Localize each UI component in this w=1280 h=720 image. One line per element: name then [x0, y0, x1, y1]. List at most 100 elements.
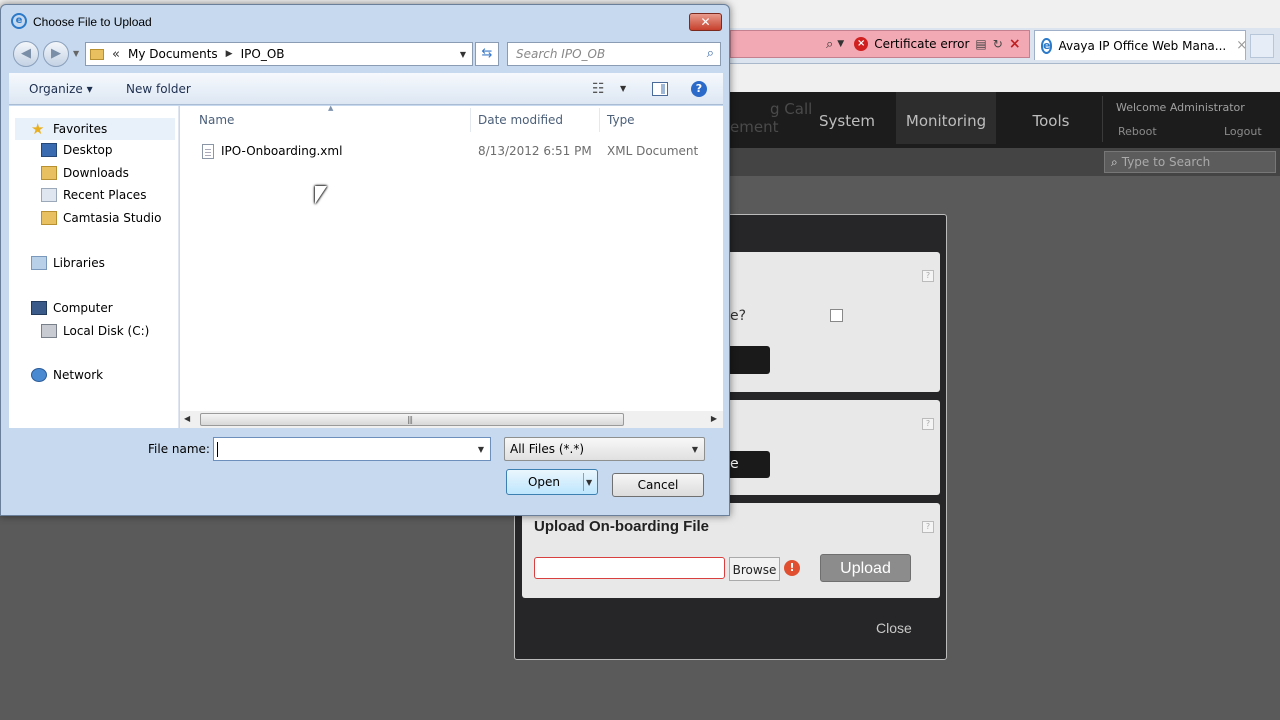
refresh-page-icon[interactable]: ↻: [993, 37, 1003, 51]
nav-item-monitoring[interactable]: Monitoring: [896, 92, 996, 144]
dialog-titlebar[interactable]: e Choose File to Upload ✕: [1, 5, 729, 37]
sidebar-item-libraries[interactable]: Libraries: [31, 256, 105, 270]
scrollbar-grip-icon: |||: [407, 415, 413, 424]
help-icon[interactable]: ?: [691, 81, 707, 97]
breadcrumb-separator-icon[interactable]: ▶: [226, 49, 233, 59]
recent-locations-chevron-down-icon[interactable]: ▼: [73, 49, 79, 58]
forward-icon[interactable]: ▶: [43, 41, 69, 67]
scroll-right-icon[interactable]: ▶: [711, 414, 717, 423]
upload-file-field[interactable]: [534, 557, 725, 579]
sidebar-item-label: Favorites: [53, 122, 108, 136]
column-header-name[interactable]: Name: [199, 113, 234, 127]
panel-checkbox[interactable]: [830, 309, 843, 322]
panel-action-button-2[interactable]: e: [730, 451, 770, 478]
file-date: 8/13/2012 6:51 PM: [478, 144, 592, 158]
folder-icon: [41, 211, 57, 225]
tab-close-icon[interactable]: ×: [1236, 38, 1247, 53]
sidebar-item-label: Desktop: [63, 143, 113, 157]
column-divider[interactable]: [470, 108, 471, 132]
horizontal-scrollbar[interactable]: ◀ ||| ▶: [180, 411, 723, 428]
browser-tab-avaya[interactable]: e Avaya IP Office Web Mana... ×: [1034, 30, 1247, 60]
file-name: IPO-Onboarding.xml: [221, 144, 343, 158]
panel-action-button-1[interactable]: [730, 346, 770, 374]
file-name-input[interactable]: ▼: [213, 437, 491, 461]
search-icon[interactable]: ⌕: [707, 46, 714, 61]
upload-section-title: Upload On-boarding File: [534, 518, 709, 535]
refresh-icon[interactable]: ⇆: [475, 42, 499, 66]
tab-title: Avaya IP Office Web Mana...: [1058, 38, 1227, 53]
views-icon[interactable]: ☷: [592, 81, 605, 97]
address-search-icon[interactable]: ⌕: [826, 37, 833, 52]
navigation-pane: ★ Favorites Desktop Downloads Recent Pla…: [9, 106, 179, 428]
logout-link[interactable]: Logout: [1224, 125, 1262, 138]
local-disk-icon: [41, 324, 57, 338]
open-button[interactable]: Open ▼: [506, 469, 598, 495]
certificate-error-text[interactable]: Certificate error: [874, 37, 969, 51]
stop-icon[interactable]: ×: [1009, 36, 1021, 52]
chevron-down-icon[interactable]: ▼: [837, 39, 844, 49]
folder-search-placeholder: Search IPO_OB: [516, 47, 606, 61]
app-search-input[interactable]: ⌕ Type to Search: [1104, 151, 1276, 173]
chevron-down-icon[interactable]: ▼: [692, 445, 698, 454]
sidebar-item-desktop[interactable]: Desktop: [41, 143, 113, 157]
column-header-date-modified[interactable]: Date modified: [478, 113, 563, 127]
mouse-pointer-icon: [315, 186, 327, 204]
search-icon: ⌕: [1111, 154, 1118, 169]
choose-file-dialog: e Choose File to Upload ✕ ◀ ▶ ▼ « My Doc…: [0, 4, 730, 516]
sidebar-item-label: Computer: [53, 301, 113, 315]
sidebar-item-downloads[interactable]: Downloads: [41, 166, 129, 180]
sidebar-item-favorites[interactable]: ★ Favorites: [15, 118, 175, 140]
desktop-icon: [41, 143, 57, 157]
chevron-down-icon[interactable]: ▼: [478, 445, 484, 454]
file-list-pane: ▲ Name Date modified Type IPO-Onboarding…: [180, 104, 723, 428]
address-bar-cert-area[interactable]: ⌕ ▼ × Certificate error ▤ ↻ ×: [730, 30, 1030, 58]
scroll-left-icon[interactable]: ◀: [184, 414, 190, 423]
help-icon[interactable]: ?: [922, 418, 934, 430]
xml-file-icon: [202, 144, 214, 159]
breadcrumb-ipo-ob[interactable]: IPO_OB: [241, 47, 285, 61]
sidebar-item-local-disk[interactable]: Local Disk (C:): [41, 324, 149, 338]
new-folder-button[interactable]: New folder: [126, 82, 191, 96]
address-chevron-down-icon[interactable]: ▼: [460, 50, 466, 59]
column-divider[interactable]: [599, 108, 600, 132]
close-icon[interactable]: ✕: [689, 13, 722, 31]
cancel-button[interactable]: Cancel: [612, 473, 704, 497]
back-icon[interactable]: ◀: [13, 41, 39, 67]
panel-question-partial: e?: [730, 308, 747, 324]
dialog-title: Choose File to Upload: [33, 15, 152, 29]
modal-close-link[interactable]: Close: [876, 620, 912, 636]
sidebar-item-computer[interactable]: Computer: [31, 301, 113, 315]
certificate-error-icon: ×: [854, 37, 869, 51]
address-bar[interactable]: « My Documents ▶ IPO_OB ▼: [85, 42, 473, 66]
address-overflow-chevron[interactable]: «: [112, 47, 120, 62]
file-row[interactable]: IPO-Onboarding.xml 8/13/2012 6:51 PM XML…: [198, 142, 718, 162]
sidebar-item-network[interactable]: Network: [31, 368, 103, 382]
help-icon[interactable]: ?: [922, 521, 934, 533]
organize-label: Organize: [29, 82, 83, 96]
sidebar-item-camtasia-studio[interactable]: Camtasia Studio: [41, 211, 161, 225]
nav-item-tools[interactable]: Tools: [1010, 92, 1092, 144]
preview-pane-icon[interactable]: [652, 82, 668, 96]
breadcrumb-my-documents[interactable]: My Documents: [128, 47, 218, 61]
folder-search-input[interactable]: Search IPO_OB ⌕: [507, 42, 721, 66]
app-search-placeholder: Type to Search: [1121, 155, 1211, 169]
sidebar-item-label: Libraries: [53, 256, 105, 270]
new-tab-button[interactable]: [1250, 34, 1274, 58]
help-icon[interactable]: ?: [922, 270, 934, 282]
open-options-chevron-down-icon[interactable]: ▼: [586, 478, 592, 487]
file-type: XML Document: [607, 144, 699, 158]
sort-caret-icon: ▲: [328, 104, 334, 112]
upload-button[interactable]: Upload: [820, 554, 911, 582]
compat-view-icon[interactable]: ▤: [975, 37, 986, 51]
nav-item-system[interactable]: System: [800, 92, 894, 144]
views-chevron-down-icon[interactable]: ▼: [620, 84, 626, 93]
column-header-type[interactable]: Type: [607, 113, 635, 127]
organize-button[interactable]: Organize ▾: [29, 82, 93, 96]
reboot-link[interactable]: Reboot: [1118, 125, 1157, 138]
scrollbar-thumb[interactable]: |||: [200, 413, 624, 426]
file-type-select[interactable]: All Files (*.*) ▼: [504, 437, 705, 461]
browse-button[interactable]: Browse: [729, 557, 780, 581]
welcome-text: Welcome Administrator: [1116, 101, 1245, 114]
sidebar-item-recent-places[interactable]: Recent Places: [41, 188, 146, 202]
dialog-toolbar: Organize ▾ New folder ☷ ▼ ?: [9, 73, 723, 105]
